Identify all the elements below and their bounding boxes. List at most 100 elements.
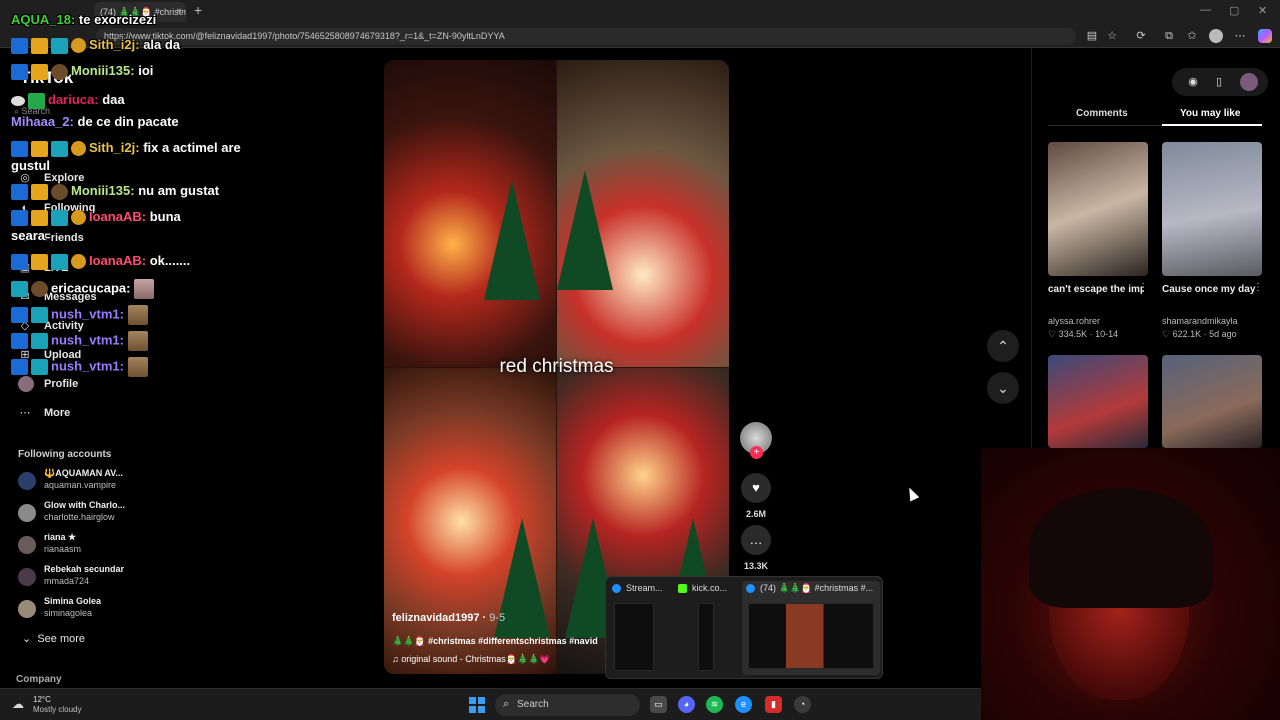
task-view-icon[interactable]: ▭ — [650, 696, 667, 713]
weather-cloud-icon[interactable]: ☁ — [12, 697, 28, 711]
favorite-star-icon[interactable]: ☆ — [1105, 29, 1119, 43]
messages-icon: ✉ — [20, 291, 30, 303]
taskbar-search-label: Search — [517, 699, 549, 710]
post-caption-overlay: red christmas — [499, 356, 614, 377]
minimize-button[interactable]: — — [1200, 4, 1211, 16]
following-account[interactable]: Glow with Charlo... charlotte.hairglow — [18, 500, 188, 528]
tiktok-logo[interactable]: TikTok — [20, 68, 73, 88]
tab-you-may-like[interactable]: You may like — [1180, 108, 1240, 119]
nav-label: Friends — [44, 232, 84, 244]
edge-icon — [612, 584, 621, 594]
chevron-up-icon: ⌃ — [997, 338, 1009, 354]
nav-upload[interactable]: ⊞ Upload — [18, 347, 81, 363]
search-placeholder: Search — [21, 106, 51, 116]
window-preview[interactable]: Stream... — [608, 581, 670, 675]
bedroom-photo — [557, 60, 729, 367]
mouse-cursor-icon — [904, 485, 920, 502]
account-handle: charlotte.hairglow — [44, 512, 115, 522]
account-name: Simina Golea — [44, 596, 102, 606]
streamer-webcam — [981, 448, 1280, 720]
browser-tab[interactable]: (74) 🎄🎄🎅 #christmas #differ... × — [94, 2, 186, 22]
previous-post-button[interactable]: ⌃ — [987, 330, 1019, 362]
recommended-video-thumb[interactable] — [1048, 355, 1148, 448]
recommended-user[interactable]: alyssa.rohrer — [1048, 316, 1100, 326]
see-more-button[interactable]: ⌄ See more — [22, 632, 85, 645]
recommended-video-thumb[interactable] — [1162, 142, 1262, 276]
comment-button[interactable]: … 13.3K — [740, 525, 772, 571]
recommended-video-thumb[interactable] — [1162, 355, 1262, 448]
address-bar[interactable]: https://www.tiktok.com/@feliznavidad1997… — [96, 28, 1076, 45]
nav-activity[interactable]: ◇ Activity — [18, 318, 84, 334]
heart-icon: ♥ — [741, 473, 771, 503]
recommended-title[interactable]: can't escape the impersonations ... — [1048, 284, 1144, 295]
creator-avatar-button[interactable]: + — [740, 422, 772, 459]
nav-messages[interactable]: ✉ Messages — [18, 289, 97, 305]
recommended-meta: ♡ 334.5K · 10-14 — [1048, 329, 1119, 339]
copilot-icon[interactable] — [1258, 29, 1272, 43]
recommended-user[interactable]: shamarandmikayla — [1162, 316, 1238, 326]
search-input[interactable]: ⌕ Search — [14, 106, 164, 122]
windows-start-icon[interactable] — [469, 697, 485, 713]
new-tab-button[interactable]: + — [194, 2, 202, 18]
next-post-button[interactable]: ⌄ — [987, 372, 1019, 404]
view-count: 622.1K — [1172, 329, 1202, 339]
compass-icon[interactable]: ◉ — [1186, 75, 1200, 89]
edge-icon[interactable]: e — [735, 696, 752, 713]
weather-condition[interactable]: Mostly cloudy — [33, 705, 81, 714]
recommended-title[interactable]: Cause once my day is over, YOU... — [1162, 284, 1258, 295]
streamlabs-icon[interactable]: ▮ — [765, 696, 782, 713]
nav-label: More — [44, 407, 71, 419]
obs-icon[interactable]: ◔ — [794, 696, 811, 713]
nav-label: Messages — [44, 291, 97, 303]
profile-avatar-icon[interactable] — [1209, 29, 1223, 43]
heart-outline-icon: ♡ — [1162, 329, 1173, 339]
company-link[interactable]: Company — [16, 674, 62, 685]
discord-icon[interactable]: ◕ — [678, 696, 695, 713]
nav-following[interactable]: ◐ Following — [18, 200, 96, 216]
maximize-button[interactable]: ▢ — [1229, 4, 1239, 17]
window-preview-active[interactable]: (74) 🎄🎄🎅 #christmas #... — [742, 581, 880, 675]
nav-explore[interactable]: ◎ Explore — [18, 170, 84, 186]
window-preview[interactable]: kick.co... — [674, 581, 740, 675]
post-date: 5d ago — [1209, 329, 1237, 339]
browser-toolbar: https://www.tiktok.com/@feliznavidad1997… — [0, 24, 1280, 48]
weather-temperature[interactable]: 12°C — [33, 695, 51, 704]
recommended-video-thumb[interactable] — [1048, 142, 1148, 276]
following-account[interactable]: 🔱AQUAMAN AV... aquaman.vampire — [18, 468, 188, 496]
user-avatar-icon[interactable] — [1240, 73, 1258, 91]
close-window-button[interactable]: ✕ — [1258, 4, 1267, 17]
screen: (74) 🎄🎄🎅 #christmas #differ... × + — ▢ ✕… — [0, 0, 1280, 720]
living-room-photo — [384, 60, 556, 367]
account-handle: rianaasm — [44, 544, 82, 554]
browser-tabstrip: (74) 🎄🎄🎅 #christmas #differ... × + — ▢ ✕ — [0, 0, 1280, 24]
device-icon[interactable]: ▯ — [1212, 75, 1226, 89]
streamer-hair — [1029, 488, 1213, 608]
nav-live[interactable]: ▣ LIVE — [18, 260, 69, 276]
spotify-icon[interactable]: ≋ — [706, 696, 723, 713]
following-account[interactable]: Simina Golea siminagolea — [18, 596, 188, 624]
tab-comments[interactable]: Comments — [1076, 108, 1128, 119]
follow-plus-icon[interactable]: + — [750, 446, 763, 459]
extensions-icon[interactable]: ⟳ — [1134, 29, 1148, 43]
following-account[interactable]: riana ★ rianaasm — [18, 532, 188, 560]
taskbar-search[interactable]: ⌕ Search — [495, 694, 640, 716]
nav-friends[interactable]: ⚇ Friends — [18, 230, 84, 246]
post-sound[interactable]: ♫ original sound - Christmas🎅🎄🎄💗 — [392, 654, 551, 665]
favorites-icon[interactable]: ✩ — [1185, 29, 1199, 43]
friends-icon: ⚇ — [20, 232, 30, 244]
post-hashtags[interactable]: 🎄🎄🎅 #christmas #differentschristmas #nav… — [392, 636, 612, 647]
more-options-icon[interactable]: ⋮ — [1138, 282, 1148, 293]
reader-mode-icon[interactable]: ▤ — [1085, 29, 1099, 43]
close-tab-icon[interactable]: × — [176, 6, 182, 17]
split-screen-icon[interactable]: ⧉ — [1162, 29, 1176, 43]
nav-more[interactable]: ⋯ More — [18, 405, 71, 421]
window-title: (74) 🎄🎄🎅 #christmas #... — [746, 583, 878, 594]
nav-profile[interactable]: Profile — [18, 376, 78, 393]
post-author[interactable]: feliznavidad1997 · 9-5 — [392, 612, 505, 624]
account-avatar — [18, 536, 36, 554]
menu-dots-icon[interactable]: ⋯ — [1233, 29, 1247, 43]
like-button[interactable]: ♥ 2.6M — [740, 473, 772, 519]
more-options-icon[interactable]: ⋮ — [1253, 282, 1263, 293]
window-thumbnail — [698, 603, 714, 671]
following-account[interactable]: Rebekah secundar mmada724 — [18, 564, 188, 592]
